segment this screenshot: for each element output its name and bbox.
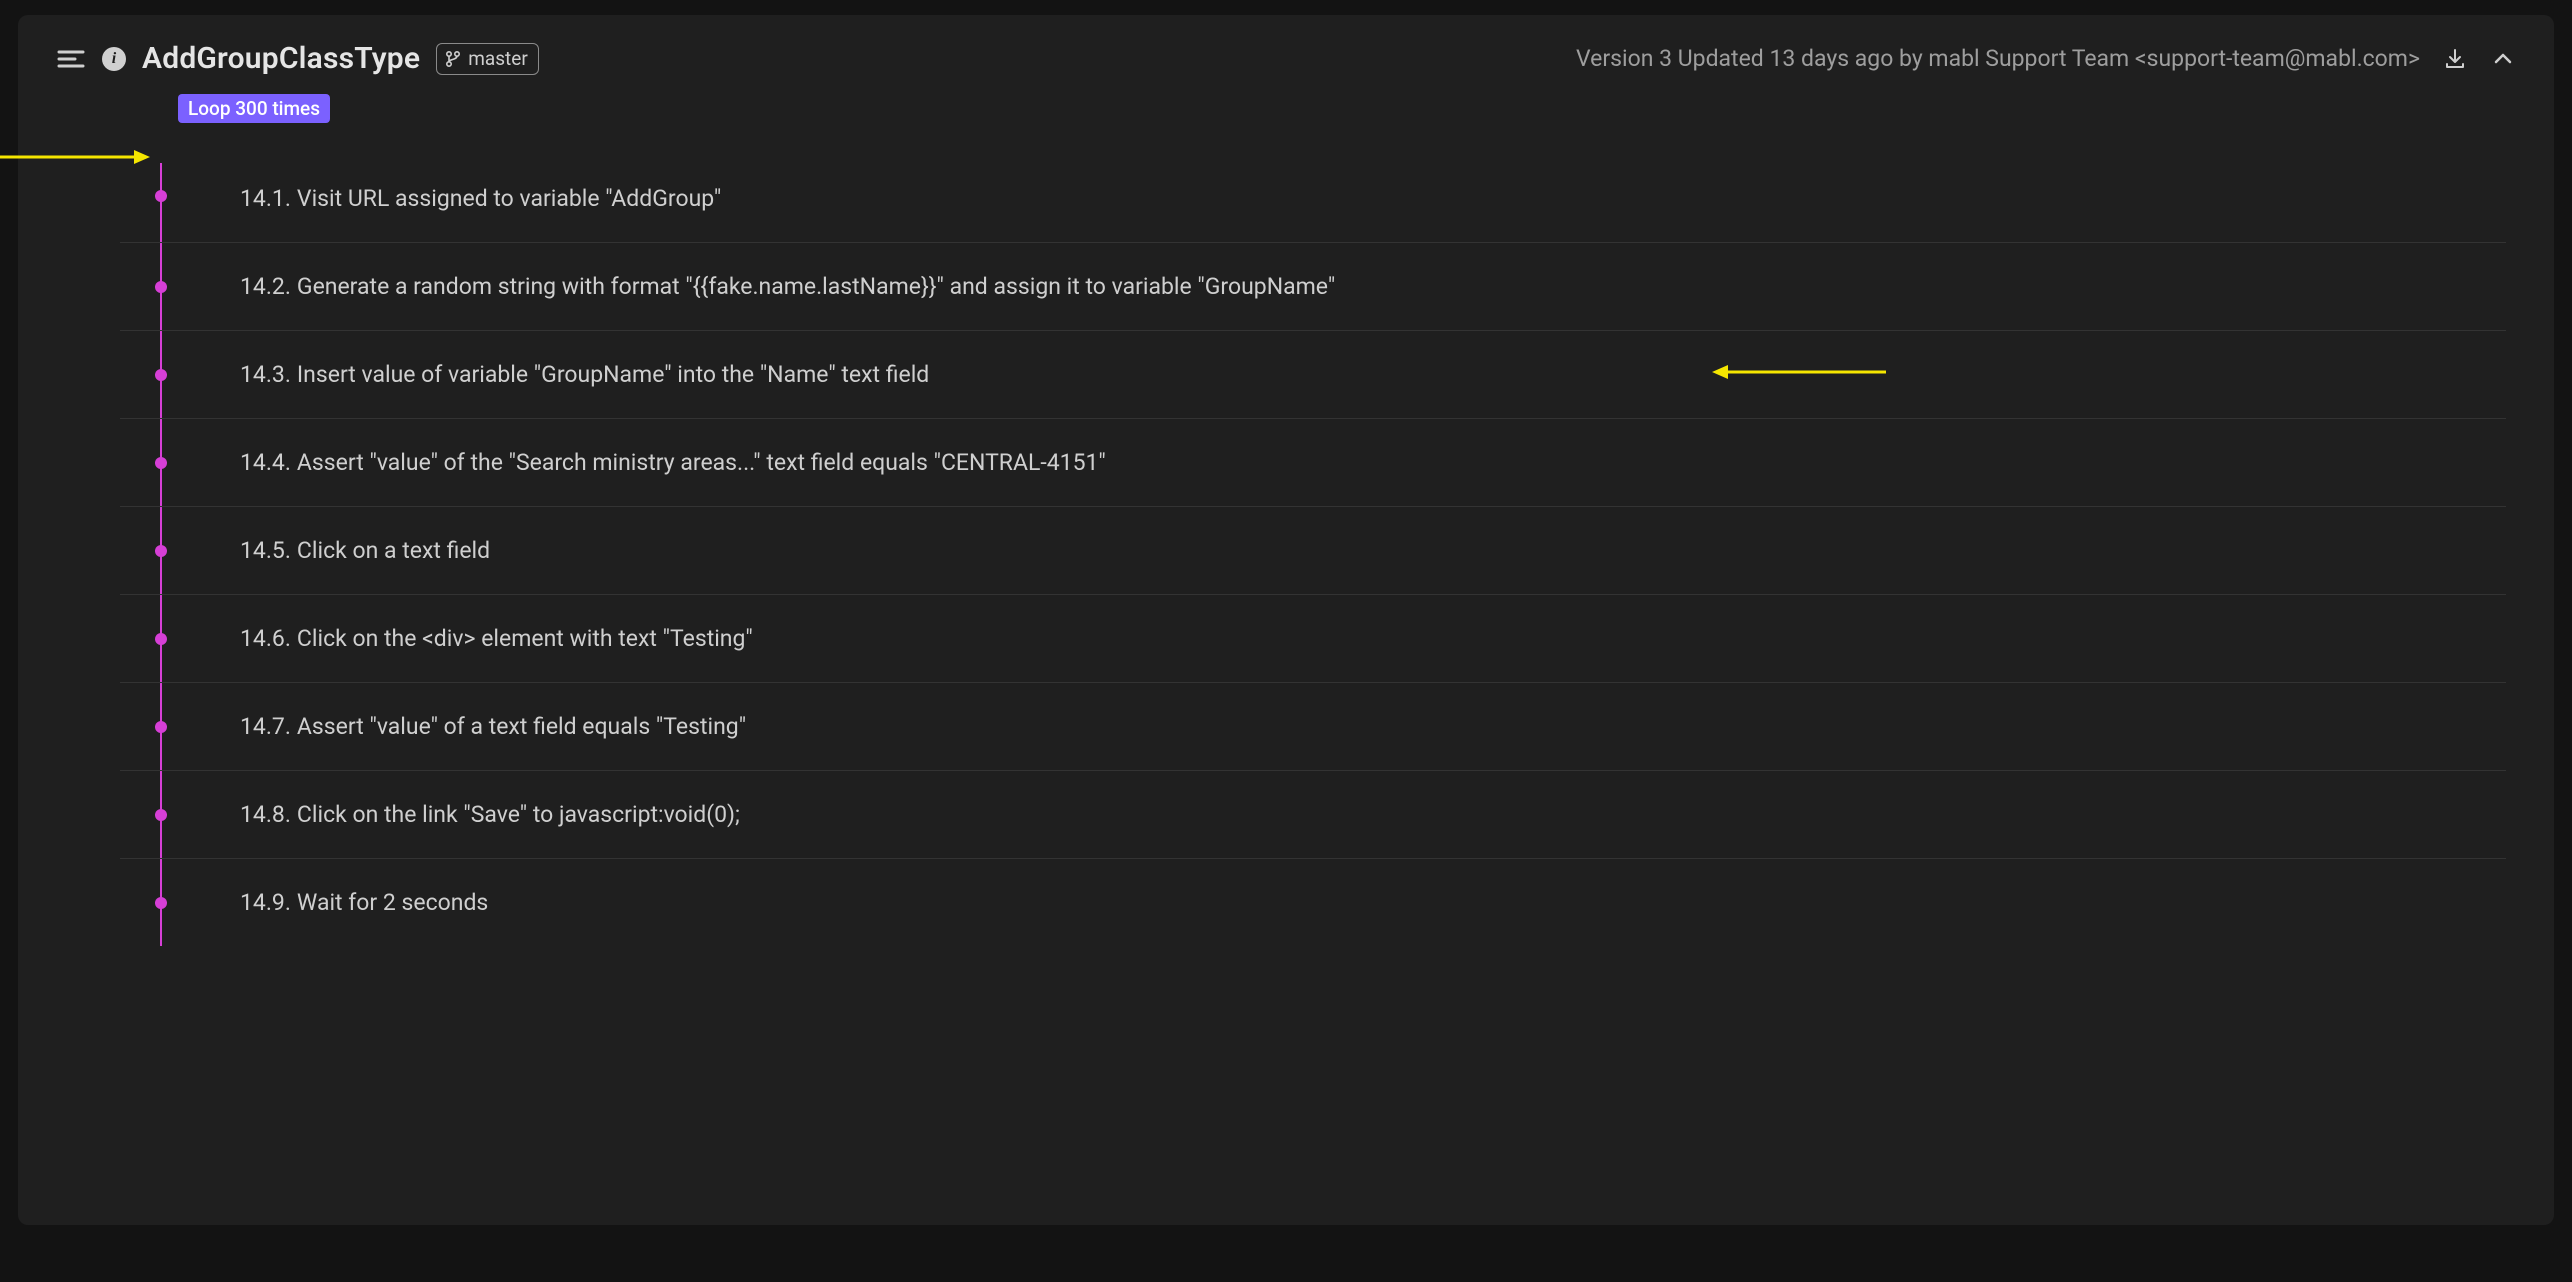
step-row[interactable]: 14.4. Assert "value" of the "Search mini…: [120, 419, 2506, 507]
header-right: Version 3 Updated 13 days ago by mabl Su…: [1576, 45, 2516, 72]
version-text: Version 3 Updated 13 days ago by mabl Su…: [1576, 45, 2420, 72]
collapse-icon[interactable]: [2490, 46, 2516, 72]
step-row[interactable]: 14.2. Generate a random string with form…: [120, 243, 2506, 331]
step-text: Wait for 2 seconds: [297, 889, 488, 916]
step-dot: [155, 545, 167, 557]
step-number: 14.1.: [240, 185, 291, 212]
step-row[interactable]: 14.5. Click on a text field: [120, 507, 2506, 595]
git-branch-icon: [445, 50, 461, 68]
step-number: 14.4.: [240, 449, 291, 476]
step-number: 14.3.: [240, 361, 291, 388]
steps-wrapper: 14.1. Visit URL assigned to variable "Ad…: [120, 149, 2506, 946]
branch-chip[interactable]: master: [436, 43, 539, 75]
step-text: Generate a random string with format "{{…: [297, 273, 1335, 300]
step-text: Visit URL assigned to variable "AddGroup…: [297, 185, 721, 212]
download-icon[interactable]: [2442, 46, 2468, 72]
info-icon[interactable]: i: [102, 47, 126, 71]
step-text: Assert "value" of a text field equals "T…: [297, 713, 746, 740]
branch-name: master: [468, 47, 528, 70]
step-text: Click on the link "Save" to javascript:v…: [297, 801, 740, 828]
step-text: Click on the <div> element with text "Te…: [297, 625, 753, 652]
step-row[interactable]: 14.8. Click on the link "Save" to javasc…: [120, 771, 2506, 859]
step-number: 14.8.: [240, 801, 291, 828]
step-number: 14.7.: [240, 713, 291, 740]
step-text: Assert "value" of the "Search ministry a…: [297, 449, 1106, 476]
flow-title: AddGroupClassType: [142, 41, 420, 76]
step-dot: [155, 633, 167, 645]
step-number: 14.9.: [240, 889, 291, 916]
step-number: 14.6.: [240, 625, 291, 652]
header-row: i AddGroupClassType master Version 3 Upd…: [56, 41, 2516, 76]
step-text: Click on a text field: [297, 537, 490, 564]
step-text: Insert value of variable "GroupName" int…: [297, 361, 929, 388]
step-dot: [155, 281, 167, 293]
step-number: 14.5.: [240, 537, 291, 564]
step-row[interactable]: 14.3. Insert value of variable "GroupNam…: [120, 331, 2506, 419]
step-dot: [155, 190, 167, 202]
step-row[interactable]: 14.7. Assert "value" of a text field equ…: [120, 683, 2506, 771]
test-flow-panel: i AddGroupClassType master Version 3 Upd…: [18, 15, 2554, 1225]
loop-badge[interactable]: Loop 300 times: [178, 94, 330, 123]
step-row[interactable]: 14.1. Visit URL assigned to variable "Ad…: [120, 149, 2506, 243]
step-dot: [155, 457, 167, 469]
notes-icon[interactable]: [56, 44, 86, 74]
step-number: 14.2.: [240, 273, 291, 300]
step-row[interactable]: 14.6. Click on the <div> element with te…: [120, 595, 2506, 683]
header-left: i AddGroupClassType master: [56, 41, 539, 76]
step-dot: [155, 897, 167, 909]
step-dot: [155, 721, 167, 733]
step-dot: [155, 369, 167, 381]
steps-area: 14.1. Visit URL assigned to variable "Ad…: [120, 149, 2516, 946]
step-dot: [155, 809, 167, 821]
step-row[interactable]: 14.9. Wait for 2 seconds: [120, 859, 2506, 946]
